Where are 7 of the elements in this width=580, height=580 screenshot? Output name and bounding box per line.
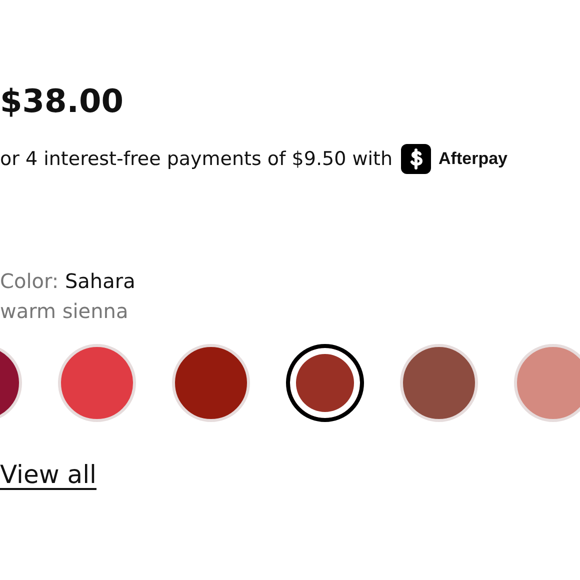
color-label: Color: Sahara [0, 268, 136, 295]
price: $38.00 [0, 81, 124, 122]
color-description: warm sienna [0, 298, 130, 325]
afterpay-label: Afterpay [438, 149, 508, 169]
dollar-sign-icon [400, 144, 431, 174]
installment-text: or 4 interest-free payments of $9.50 with [0, 148, 393, 170]
view-all-link[interactable]: View all [0, 460, 96, 489]
